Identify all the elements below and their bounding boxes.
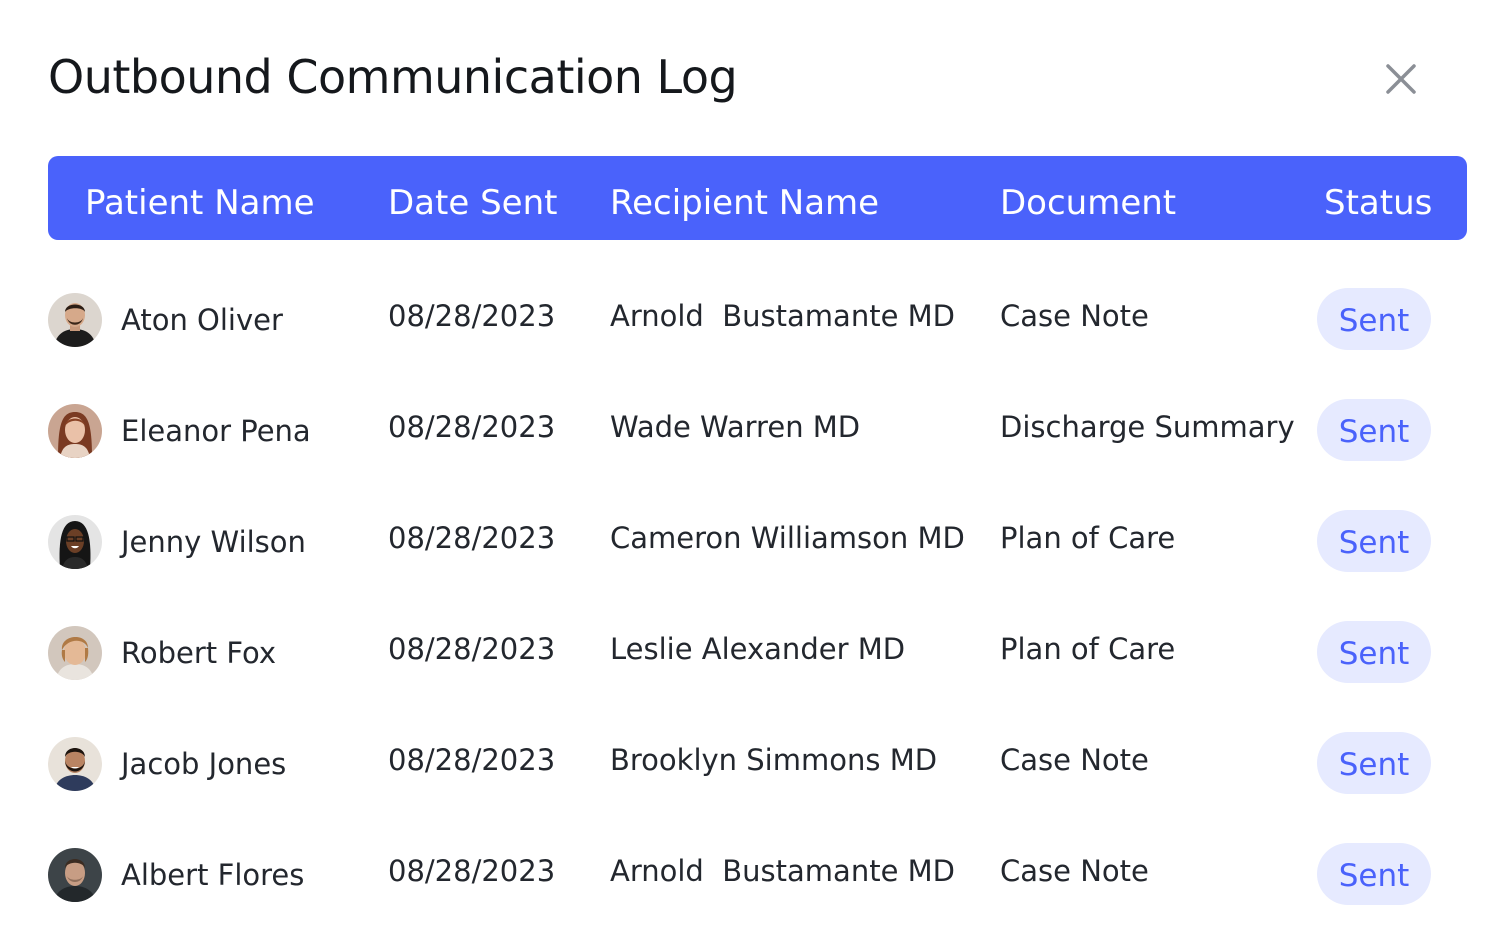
- column-header-status[interactable]: Status: [1324, 156, 1432, 240]
- recipient-name: Leslie Alexander MD: [610, 632, 906, 666]
- close-icon: [1386, 64, 1416, 94]
- avatar: [48, 848, 102, 902]
- date-sent: 08/28/2023: [388, 410, 556, 444]
- document-link[interactable]: Case Note: [1000, 743, 1149, 777]
- close-button[interactable]: [1376, 54, 1426, 104]
- document-link[interactable]: Discharge Summary: [1000, 410, 1295, 444]
- recipient-name: Wade Warren MD: [610, 410, 861, 444]
- document-link[interactable]: Plan of Care: [1000, 521, 1175, 555]
- avatar: [48, 626, 102, 680]
- table-row[interactable]: Jenny Wilson 08/28/2023 Cameron Williams…: [48, 487, 1467, 598]
- patient-name: Jenny Wilson: [121, 525, 306, 559]
- patient-name: Aton Oliver: [121, 303, 283, 337]
- date-sent: 08/28/2023: [388, 299, 556, 333]
- table-row[interactable]: Aton Oliver 08/28/2023 Arnold Bustamante…: [48, 265, 1467, 376]
- recipient-name: Arnold Bustamante MD: [610, 299, 955, 333]
- column-header-patient-name[interactable]: Patient Name: [85, 156, 315, 240]
- column-header-recipient-name[interactable]: Recipient Name: [610, 156, 879, 240]
- date-sent: 08/28/2023: [388, 632, 556, 666]
- status-badge: Sent: [1317, 621, 1431, 683]
- table-row[interactable]: Jacob Jones 08/28/2023 Brooklyn Simmons …: [48, 709, 1467, 820]
- avatar: [48, 404, 102, 458]
- avatar: [48, 293, 102, 347]
- table-row[interactable]: Robert Fox 08/28/2023 Leslie Alexander M…: [48, 598, 1467, 709]
- patient-name: Albert Flores: [121, 858, 305, 892]
- table-body: Aton Oliver 08/28/2023 Arnold Bustamante…: [48, 265, 1467, 931]
- status-badge: Sent: [1317, 843, 1431, 905]
- status-badge: Sent: [1317, 732, 1431, 794]
- column-header-document[interactable]: Document: [1000, 156, 1176, 240]
- date-sent: 08/28/2023: [388, 854, 556, 888]
- status-badge: Sent: [1317, 399, 1431, 461]
- table-header: Patient Name Date Sent Recipient Name Do…: [48, 156, 1467, 240]
- patient-name: Robert Fox: [121, 636, 277, 670]
- patient-name: Jacob Jones: [121, 747, 287, 781]
- status-badge: Sent: [1317, 288, 1431, 350]
- date-sent: 08/28/2023: [388, 521, 556, 555]
- patient-name: Eleanor Pena: [121, 414, 311, 448]
- recipient-name: Arnold Bustamante MD: [610, 854, 955, 888]
- status-badge: Sent: [1317, 510, 1431, 572]
- date-sent: 08/28/2023: [388, 743, 556, 777]
- document-link[interactable]: Case Note: [1000, 854, 1149, 888]
- recipient-name: Brooklyn Simmons MD: [610, 743, 938, 777]
- recipient-name: Cameron Williamson MD: [610, 521, 965, 555]
- document-link[interactable]: Plan of Care: [1000, 632, 1175, 666]
- document-link[interactable]: Case Note: [1000, 299, 1149, 333]
- column-header-date-sent[interactable]: Date Sent: [388, 156, 557, 240]
- avatar: [48, 737, 102, 791]
- dialog-title: Outbound Communication Log: [48, 50, 738, 104]
- communication-log-dialog: Outbound Communication Log Patient Name …: [0, 0, 1506, 951]
- avatar: [48, 515, 102, 569]
- table-row[interactable]: Albert Flores 08/28/2023 Arnold Bustaman…: [48, 820, 1467, 931]
- table-row[interactable]: Eleanor Pena 08/28/2023 Wade Warren MD D…: [48, 376, 1467, 487]
